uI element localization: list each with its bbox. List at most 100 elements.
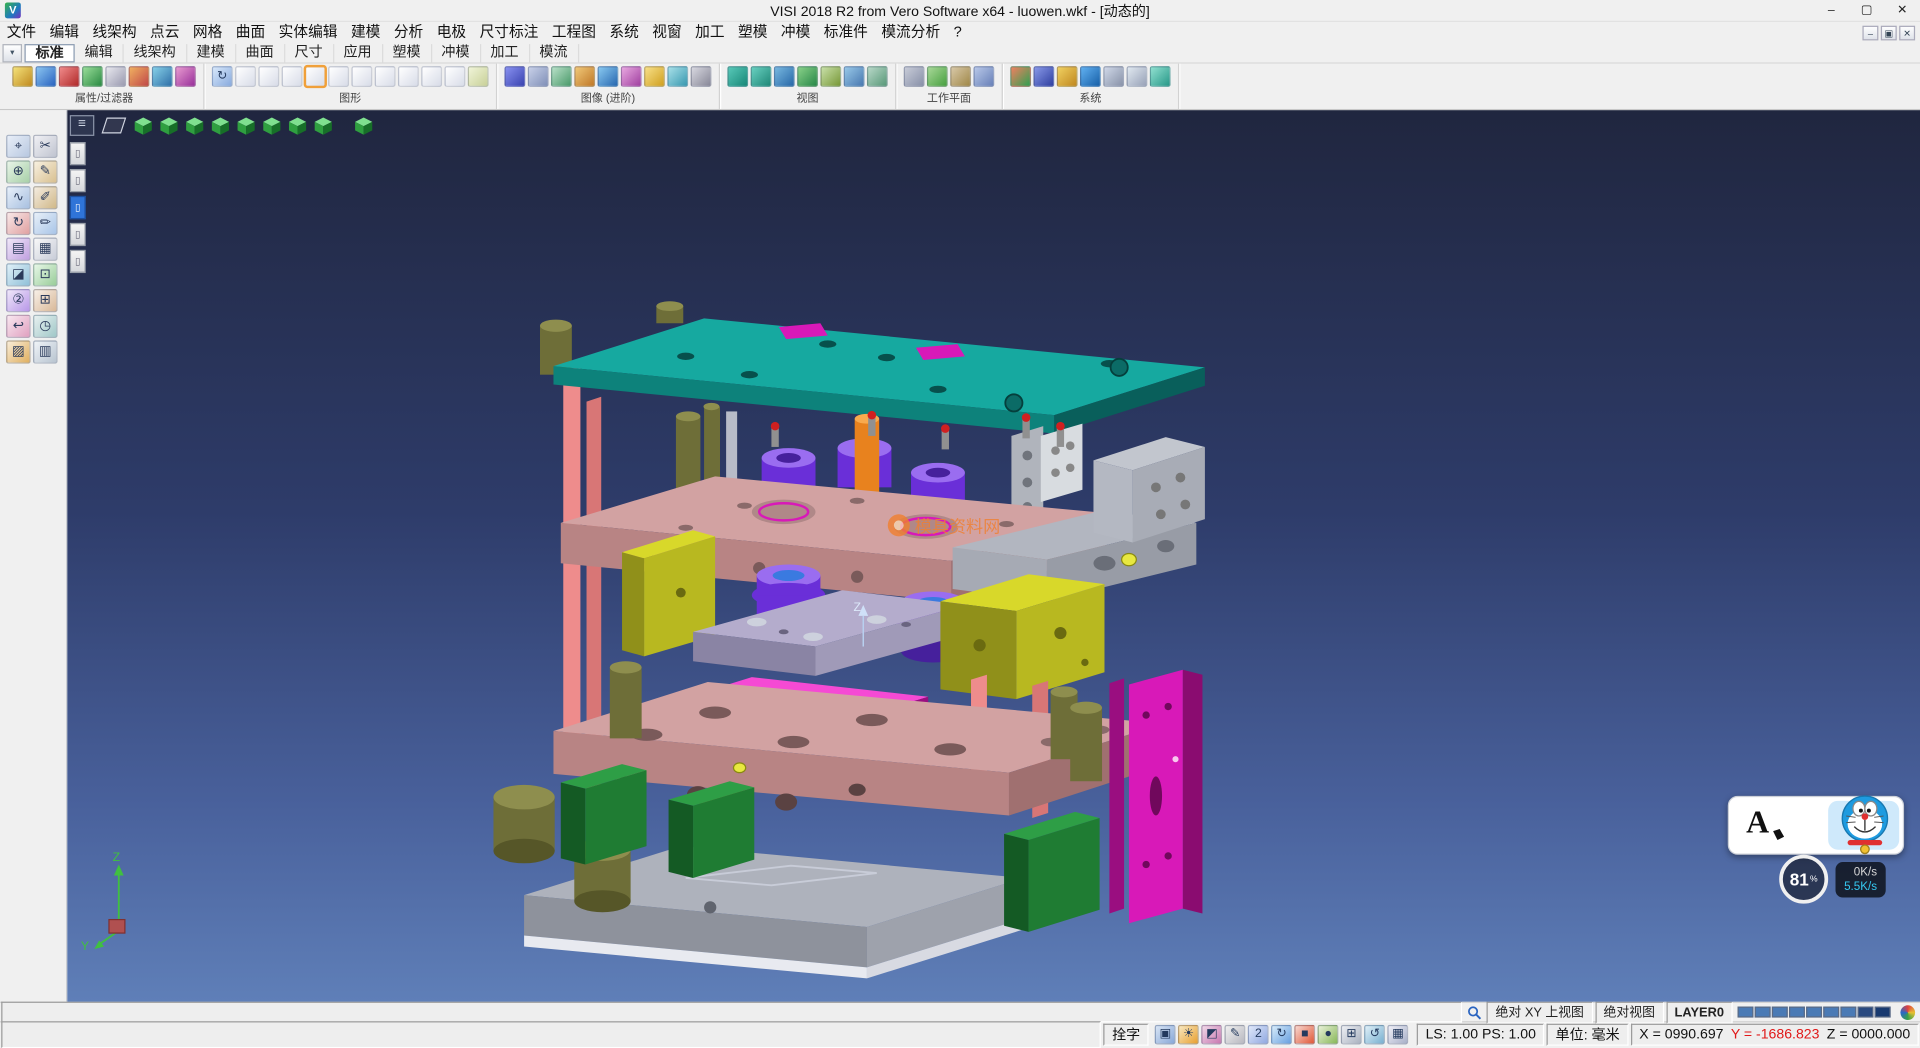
wireframe-render-icon[interactable] <box>528 66 549 87</box>
menu-item[interactable]: 文件 <box>0 22 43 43</box>
pencil-icon[interactable]: ✎ <box>1225 1025 1246 1045</box>
menu-item[interactable]: 加工 <box>688 22 731 43</box>
ribbon-tab[interactable]: 塑模 <box>383 43 432 61</box>
ribbon-tab[interactable]: 线架构 <box>124 43 187 61</box>
transparency-icon[interactable] <box>667 66 688 87</box>
zoom-all-icon[interactable] <box>727 66 748 87</box>
workplane-align-icon[interactable] <box>950 66 971 87</box>
select-icon[interactable]: ⌖ <box>6 135 30 158</box>
color-filter-icon[interactable] <box>129 66 150 87</box>
grid-toggle-icon[interactable]: ⊞ <box>1341 1025 1362 1045</box>
menu-item[interactable]: 工程图 <box>545 22 603 43</box>
solids-icon[interactable]: ◪ <box>6 263 30 286</box>
sketch-icon[interactable]: ✐ <box>33 186 57 209</box>
workplane-view-icon[interactable] <box>973 66 994 87</box>
sheet-toggle-4[interactable]: ▯ <box>70 223 86 246</box>
system-grid-icon[interactable] <box>1033 66 1054 87</box>
menu-item[interactable]: 曲面 <box>229 22 272 43</box>
view-right-icon[interactable] <box>236 116 256 136</box>
layer-color-swatch[interactable] <box>1823 1007 1839 1018</box>
table-icon[interactable]: ▦ <box>1388 1025 1409 1045</box>
view-mode-indicator[interactable]: 绝对 XY 上视图 <box>1487 1001 1592 1023</box>
network-speed-badge[interactable]: 0K/s 5.5K/s <box>1836 862 1886 898</box>
system-snap-icon[interactable] <box>1057 66 1078 87</box>
minimize-button[interactable]: ‒ <box>1813 0 1849 21</box>
undo-icon[interactable]: ↩ <box>6 315 30 338</box>
layer-filter-icon[interactable] <box>105 66 126 87</box>
brightness-icon[interactable]: ☀ <box>1178 1025 1199 1045</box>
draw-icon[interactable]: ✎ <box>33 160 57 183</box>
ribbon-tab[interactable]: 尺寸 <box>285 43 334 61</box>
layer-color-swatch[interactable] <box>1738 1007 1754 1018</box>
menu-item[interactable]: 冲模 <box>774 22 817 43</box>
spline-icon[interactable]: ∿ <box>6 186 30 209</box>
workplane-icon[interactable] <box>904 66 925 87</box>
tab-dropdown-button[interactable]: ▾ <box>2 43 22 61</box>
zoom-window-icon[interactable] <box>751 66 772 87</box>
lighting-icon[interactable] <box>644 66 665 87</box>
solid-box-icon[interactable]: ■ <box>1295 1025 1316 1045</box>
pan-view-icon[interactable] <box>774 66 795 87</box>
menu-item[interactable]: 塑模 <box>731 22 774 43</box>
orbit-icon[interactable]: ↺ <box>1364 1025 1385 1045</box>
edit-icon[interactable]: ✏ <box>33 212 57 235</box>
snapshot-icon[interactable] <box>691 66 712 87</box>
cube-edit-icon[interactable]: ⊡ <box>33 263 57 286</box>
view-iso-icon[interactable] <box>133 116 153 136</box>
menu-item[interactable]: 尺寸标注 <box>473 22 545 43</box>
sphere-icon[interactable]: ● <box>1318 1025 1339 1045</box>
menu-item[interactable]: 标准件 <box>817 22 875 43</box>
plane-view-icon[interactable] <box>101 118 126 134</box>
layer-color-swatch[interactable] <box>1772 1007 1788 1018</box>
doc-cylinder-icon[interactable] <box>258 66 279 87</box>
magnet-filter-icon[interactable] <box>59 66 80 87</box>
previous-view-icon[interactable] <box>820 66 841 87</box>
doc-mesh-icon[interactable] <box>328 66 349 87</box>
scale-indicator[interactable]: LS: 1.00 PS: 1.00 <box>1417 1024 1545 1046</box>
view-axon-icon[interactable] <box>313 116 333 136</box>
refresh-icon[interactable]: ↻ <box>1271 1025 1292 1045</box>
multi-view-icon[interactable] <box>867 66 888 87</box>
ribbon-tab[interactable]: 模流 <box>530 43 579 61</box>
menu-item[interactable]: 模流分析 <box>875 22 947 43</box>
system-display-icon[interactable] <box>1150 66 1171 87</box>
sheet-toggle-5[interactable]: ▯ <box>70 250 86 273</box>
sheet-toggle-1[interactable]: ▯ <box>70 142 86 165</box>
sheet-toggle-2[interactable]: ▯ <box>70 169 86 192</box>
mdi-restore-button[interactable]: ▣ <box>1881 25 1897 40</box>
stack-icon[interactable]: ▤ <box>6 238 30 261</box>
doc-export-icon[interactable] <box>468 66 489 87</box>
3d-viewport[interactable]: Z 模具资料网 Z Y <box>67 110 1920 1001</box>
menu-item[interactable]: ? <box>947 22 969 43</box>
menu-item[interactable]: 网格 <box>186 22 229 43</box>
active-layer-indicator[interactable]: LAYER0 <box>1666 1001 1733 1023</box>
measure-icon[interactable]: ⊞ <box>33 289 57 312</box>
sheet-toggle-3[interactable]: ▯ <box>70 196 86 219</box>
view-user-icon[interactable] <box>354 116 374 136</box>
regen-graphics-icon[interactable]: ↻ <box>212 66 233 87</box>
system-calc-icon[interactable] <box>1127 66 1148 87</box>
system-colors-icon[interactable] <box>1010 66 1031 87</box>
visibility-filter-icon[interactable] <box>152 66 173 87</box>
layer-color-swatch[interactable] <box>1840 1007 1856 1018</box>
doc-points-icon[interactable] <box>421 66 442 87</box>
trim-icon[interactable]: ✂ <box>33 135 57 158</box>
history-icon[interactable]: ◷ <box>33 315 57 338</box>
doc-new-icon[interactable] <box>235 66 256 87</box>
ribbon-tab[interactable]: 建模 <box>187 43 236 61</box>
rotate-icon[interactable]: ↻ <box>6 212 30 235</box>
render-mode-mini-icon[interactable] <box>1900 1005 1915 1020</box>
search-icon[interactable] <box>1467 1005 1482 1020</box>
menu-item[interactable]: 编辑 <box>43 22 86 43</box>
view-front-icon[interactable] <box>159 116 179 136</box>
view-back-icon[interactable] <box>185 116 205 136</box>
system-world-icon[interactable] <box>1080 66 1101 87</box>
monitor-icon[interactable]: ▣ <box>1155 1025 1176 1045</box>
ribbon-tab[interactable]: 冲模 <box>432 43 481 61</box>
palette-icon[interactable]: ▨ <box>6 340 30 363</box>
layer-color-swatch[interactable] <box>1806 1007 1822 1018</box>
ribbon-tab[interactable]: 曲面 <box>236 43 285 61</box>
view-bottom-icon[interactable] <box>288 116 308 136</box>
hidden-line-icon[interactable] <box>551 66 572 87</box>
rotate-view-icon[interactable] <box>797 66 818 87</box>
